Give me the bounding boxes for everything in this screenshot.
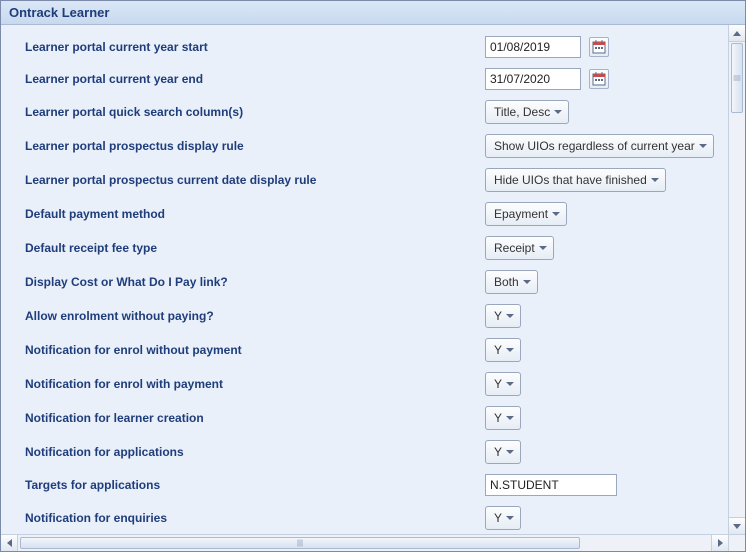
row-display-cost: Display Cost or What Do I Pay link? Both <box>1 265 728 299</box>
chevron-left-icon <box>7 539 12 547</box>
row-default-receipt: Default receipt fee type Receipt <box>1 231 728 265</box>
row-year-end: Learner portal current year end <box>1 63 728 95</box>
chevron-up-icon <box>733 31 741 36</box>
vertical-scroll-thumb[interactable] <box>731 43 743 113</box>
settings-scroll-body: Learner portal current year start Learne… <box>1 25 728 534</box>
dropdown-value: Receipt <box>494 241 535 255</box>
dropdown-value: Epayment <box>494 207 548 221</box>
calendar-icon <box>592 72 606 86</box>
dropdown-notif-applications[interactable]: Y <box>485 440 521 464</box>
row-default-payment: Default payment method Epayment <box>1 197 728 231</box>
dropdown-value: Title, Desc <box>494 105 550 119</box>
dropdown-prospectus-date-rule[interactable]: Hide UIOs that have finished <box>485 168 666 192</box>
dropdown-allow-enrol-no-pay[interactable]: Y <box>485 304 521 328</box>
dropdown-value: Y <box>494 411 502 425</box>
label-default-receipt: Default receipt fee type <box>25 241 485 255</box>
row-allow-enrol-no-pay: Allow enrolment without paying? Y <box>1 299 728 333</box>
label-prospectus-rule: Learner portal prospectus display rule <box>25 139 485 153</box>
row-notif-applications: Notification for applications Y <box>1 435 728 469</box>
label-display-cost: Display Cost or What Do I Pay link? <box>25 275 485 289</box>
row-notif-learner-creation: Notification for learner creation Y <box>1 401 728 435</box>
horizontal-scroll-thumb[interactable] <box>20 537 580 549</box>
row-notif-enquiries: Notification for enquiries Y <box>1 501 728 534</box>
label-notif-enrol-no-pay: Notification for enrol without payment <box>25 343 485 357</box>
label-quick-search: Learner portal quick search column(s) <box>25 105 485 119</box>
scroll-down-button[interactable] <box>729 517 745 534</box>
label-prospectus-date-rule: Learner portal prospectus current date d… <box>25 173 485 187</box>
label-notif-learner-creation: Notification for learner creation <box>25 411 485 425</box>
dropdown-quick-search[interactable]: Title, Desc <box>485 100 569 124</box>
scroll-corner <box>728 534 745 551</box>
dropdown-value: Y <box>494 511 502 525</box>
calendar-button-year-start[interactable] <box>589 37 609 57</box>
chevron-down-icon <box>733 524 741 529</box>
dropdown-display-cost[interactable]: Both <box>485 270 538 294</box>
row-targets-applications: Targets for applications <box>1 469 728 501</box>
horizontal-scrollbar[interactable] <box>1 534 728 551</box>
dropdown-notif-enrol-no-pay[interactable]: Y <box>485 338 521 362</box>
chevron-right-icon <box>718 539 723 547</box>
label-notif-enrol-pay: Notification for enrol with payment <box>25 377 485 391</box>
dropdown-value: Both <box>494 275 519 289</box>
label-default-payment: Default payment method <box>25 207 485 221</box>
scroll-left-button[interactable] <box>1 535 18 551</box>
row-prospectus-rule: Learner portal prospectus display rule S… <box>1 129 728 163</box>
content-area: Learner portal current year start Learne… <box>1 25 745 534</box>
window-title: Ontrack Learner <box>1 1 745 25</box>
row-quick-search: Learner portal quick search column(s) Ti… <box>1 95 728 129</box>
dropdown-value: Hide UIOs that have finished <box>494 173 647 187</box>
dropdown-value: Y <box>494 445 502 459</box>
label-year-end: Learner portal current year end <box>25 72 485 86</box>
input-year-start[interactable] <box>485 36 581 58</box>
row-prospectus-date-rule: Learner portal prospectus current date d… <box>1 163 728 197</box>
dropdown-notif-enquiries[interactable]: Y <box>485 506 521 530</box>
ontrack-learner-window: Ontrack Learner Learner portal current y… <box>0 0 746 552</box>
label-targets-applications: Targets for applications <box>25 478 485 492</box>
scroll-right-button[interactable] <box>711 535 728 551</box>
row-year-start: Learner portal current year start <box>1 31 728 63</box>
dropdown-default-payment[interactable]: Epayment <box>485 202 567 226</box>
dropdown-value: Y <box>494 377 502 391</box>
dropdown-notif-enrol-pay[interactable]: Y <box>485 372 521 396</box>
horizontal-scroll-track[interactable] <box>18 535 711 551</box>
dropdown-value: Show UIOs regardless of current year <box>494 139 695 153</box>
dropdown-value: Y <box>494 343 502 357</box>
dropdown-notif-learner-creation[interactable]: Y <box>485 406 521 430</box>
scroll-up-button[interactable] <box>729 25 745 42</box>
label-notif-enquiries: Notification for enquiries <box>25 511 485 525</box>
input-targets-applications[interactable] <box>485 474 617 496</box>
calendar-icon <box>592 40 606 54</box>
input-year-end[interactable] <box>485 68 581 90</box>
bottom-scroll-strip <box>1 534 745 551</box>
dropdown-value: Y <box>494 309 502 323</box>
dropdown-default-receipt[interactable]: Receipt <box>485 236 554 260</box>
vertical-scrollbar[interactable] <box>728 25 745 534</box>
row-notif-enrol-pay: Notification for enrol with payment Y <box>1 367 728 401</box>
label-allow-enrol-no-pay: Allow enrolment without paying? <box>25 309 485 323</box>
calendar-button-year-end[interactable] <box>589 69 609 89</box>
settings-rows: Learner portal current year start Learne… <box>1 25 728 534</box>
row-notif-enrol-no-pay: Notification for enrol without payment Y <box>1 333 728 367</box>
label-year-start: Learner portal current year start <box>25 40 485 54</box>
label-notif-applications: Notification for applications <box>25 445 485 459</box>
dropdown-prospectus-rule[interactable]: Show UIOs regardless of current year <box>485 134 714 158</box>
